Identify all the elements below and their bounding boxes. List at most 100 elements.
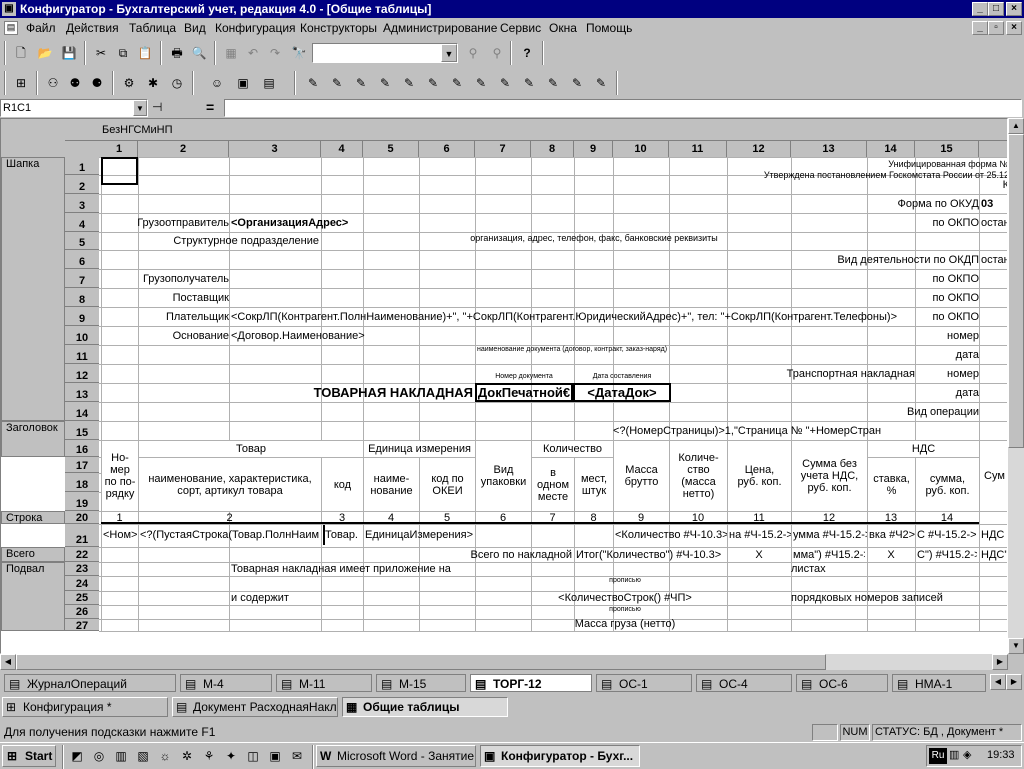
- col-header[interactable]: 9: [574, 141, 613, 157]
- scroll-thumb[interactable]: [1008, 134, 1024, 448]
- col-header[interactable]: 3: [229, 141, 321, 157]
- quicklaunch-4-icon[interactable]: ✲: [176, 745, 198, 767]
- mdi-tab-document[interactable]: ▤ Документ РасходнаяНакл...: [172, 697, 338, 717]
- col-header[interactable]: 15: [915, 141, 979, 157]
- constructor-6-icon[interactable]: ✎: [422, 72, 444, 94]
- mdi-minimize-button[interactable]: _: [972, 21, 988, 35]
- menu-help[interactable]: Помощь: [586, 21, 632, 35]
- print-icon[interactable]: 🖶: [166, 42, 188, 64]
- start-button[interactable]: ⊞ Start: [2, 745, 56, 767]
- task-word[interactable]: W Microsoft Word - Занятие ...: [316, 745, 476, 767]
- menu-view[interactable]: Вид: [184, 21, 206, 35]
- scroll-up-icon[interactable]: ▲: [1008, 118, 1024, 134]
- properties-icon[interactable]: ▦: [220, 42, 242, 64]
- scroll-down-icon[interactable]: ▼: [1008, 638, 1024, 654]
- quicklaunch-6-icon[interactable]: ✦: [220, 745, 242, 767]
- col-header[interactable]: 11: [669, 141, 727, 157]
- tab-next-icon[interactable]: ▶: [1006, 674, 1022, 690]
- row-header[interactable]: 3: [65, 194, 99, 213]
- row-header[interactable]: 16: [65, 440, 99, 457]
- row-header[interactable]: 13: [65, 383, 99, 402]
- print-preview-icon[interactable]: 🔍: [188, 42, 210, 64]
- row-header[interactable]: 27: [65, 619, 99, 632]
- sheet-tab-3[interactable]: ▤ М-11: [276, 674, 372, 692]
- quicklaunch-3-icon[interactable]: ☼: [154, 745, 176, 767]
- sheet-tab-6[interactable]: ▤ ОС-1: [596, 674, 692, 692]
- task-configurator[interactable]: ▣ Конфигуратор - Бухг...: [480, 745, 640, 767]
- menu-service[interactable]: Сервис: [500, 21, 541, 35]
- menu-administration[interactable]: Администрирование: [383, 21, 497, 35]
- app-icon[interactable]: ▣: [2, 2, 16, 16]
- row-header[interactable]: 17: [65, 457, 99, 473]
- row-header[interactable]: 12: [65, 364, 99, 383]
- row-header[interactable]: 9: [65, 307, 99, 326]
- constructor-8-icon[interactable]: ✎: [470, 72, 492, 94]
- menu-file[interactable]: Файл: [26, 21, 56, 35]
- section-label[interactable]: Подвал: [1, 562, 65, 631]
- row-header[interactable]: 23: [65, 562, 99, 576]
- col-header[interactable]: 5: [363, 141, 419, 157]
- sheet-tab-9[interactable]: ▤ НМА-1: [892, 674, 986, 692]
- row-header[interactable]: 25: [65, 591, 99, 605]
- chevron-down-icon[interactable]: ▼: [133, 100, 147, 116]
- wizard-icon[interactable]: ☺: [206, 72, 228, 94]
- row-header[interactable]: 21: [65, 524, 99, 547]
- constructor-10-icon[interactable]: ✎: [518, 72, 540, 94]
- mdi-tab-config[interactable]: ⊞ Конфигурация *: [2, 697, 168, 717]
- table-icon[interactable]: ▤: [258, 72, 280, 94]
- sheet-tab-8[interactable]: ▤ ОС-6: [796, 674, 888, 692]
- constructor-11-icon[interactable]: ✎: [542, 72, 564, 94]
- scroll-right-icon[interactable]: ▶: [992, 654, 1008, 670]
- quicklaunch-8-icon[interactable]: ▣: [264, 745, 286, 767]
- row-header[interactable]: 2: [65, 175, 99, 194]
- menu-actions[interactable]: Действия: [66, 21, 119, 35]
- row-header[interactable]: 5: [65, 232, 99, 250]
- save-icon[interactable]: 💾: [58, 42, 80, 64]
- menu-table[interactable]: Таблица: [129, 21, 176, 35]
- redo-icon[interactable]: ↷: [264, 42, 286, 64]
- tab-prev-icon[interactable]: ◀: [990, 674, 1006, 690]
- help-icon[interactable]: ?: [516, 42, 538, 64]
- undo-icon[interactable]: ↶: [242, 42, 264, 64]
- cut-icon[interactable]: ✂: [90, 42, 112, 64]
- copy-icon[interactable]: ⧉: [112, 42, 134, 64]
- row-header[interactable]: 10: [65, 326, 99, 345]
- cell-reference-field[interactable]: R1C1 ▼: [0, 99, 148, 117]
- constructor-4-icon[interactable]: ✎: [374, 72, 396, 94]
- formula-input[interactable]: [224, 99, 1022, 117]
- constructor-7-icon[interactable]: ✎: [446, 72, 468, 94]
- maximize-button[interactable]: □: [988, 2, 1004, 16]
- search-combo[interactable]: ▼: [312, 43, 458, 63]
- chevron-down-icon[interactable]: ▼: [441, 44, 457, 62]
- mdi-tab-tables[interactable]: ▦ Общие таблицы: [342, 697, 508, 717]
- row-header[interactable]: 7: [65, 269, 99, 288]
- scroll-left-icon[interactable]: ◀: [0, 654, 16, 670]
- quicklaunch-2-icon[interactable]: ▧: [132, 745, 154, 767]
- col-header[interactable]: 6: [419, 141, 475, 157]
- close-button[interactable]: ×: [1006, 2, 1022, 16]
- row-header[interactable]: 18: [65, 473, 99, 492]
- sheet-tab-7[interactable]: ▤ ОС-4: [696, 674, 792, 692]
- open-icon[interactable]: 📂: [34, 42, 56, 64]
- col-header[interactable]: 14: [867, 141, 915, 157]
- col-header[interactable]: 1: [101, 141, 138, 157]
- sheet-tab-2[interactable]: ▤ М-4: [180, 674, 272, 692]
- users-icon[interactable]: ⚉: [64, 72, 86, 94]
- module-icon[interactable]: ⚙: [118, 72, 140, 94]
- col-header[interactable]: 10: [613, 141, 669, 157]
- minimize-button[interactable]: _: [972, 2, 988, 16]
- row-header[interactable]: 8: [65, 288, 99, 307]
- constructor-9-icon[interactable]: ✎: [494, 72, 516, 94]
- find-prev-icon[interactable]: ⚲: [486, 42, 508, 64]
- doc-icon[interactable]: ▤: [4, 21, 18, 35]
- constructor-13-icon[interactable]: ✎: [590, 72, 612, 94]
- row-header[interactable]: 26: [65, 605, 99, 619]
- section-label[interactable]: Заголовок: [1, 421, 65, 457]
- clock-icon[interactable]: ◷: [166, 72, 188, 94]
- sheet-tab-4[interactable]: ▤ М-15: [376, 674, 466, 692]
- user-icon[interactable]: ⚇: [42, 72, 64, 94]
- find-icon[interactable]: 🔭: [288, 42, 310, 64]
- constructor-12-icon[interactable]: ✎: [566, 72, 588, 94]
- menu-constructors[interactable]: Конструкторы: [300, 21, 377, 35]
- sheet-tab-1[interactable]: ▤ ЖурналОпераций: [4, 674, 176, 692]
